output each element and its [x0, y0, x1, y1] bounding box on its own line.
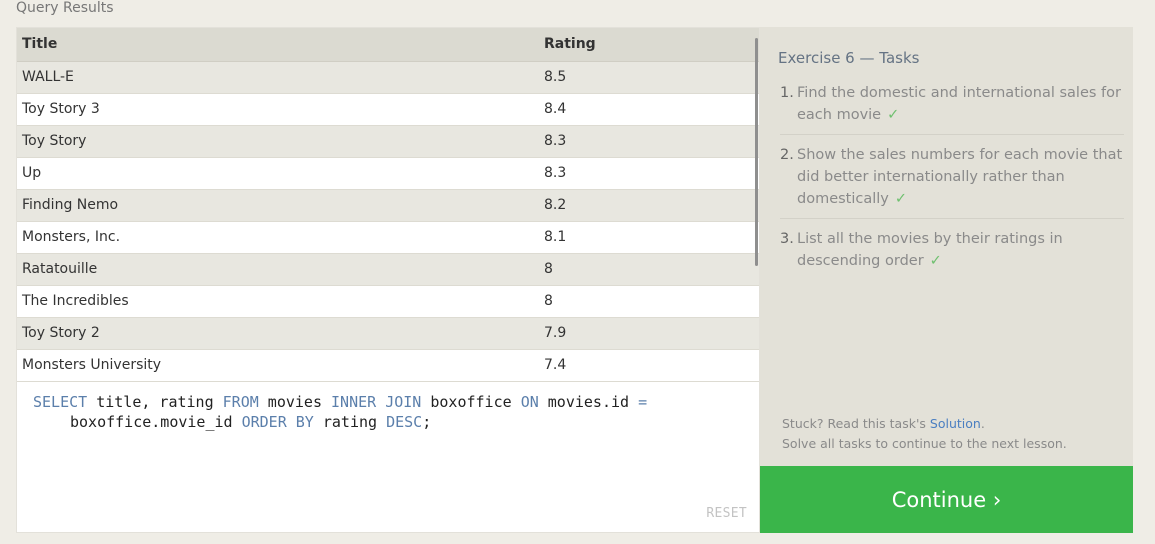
task-number: 1. — [780, 85, 794, 101]
sql-keyword: = — [638, 393, 648, 411]
cell-title: Ratatouille — [17, 253, 539, 286]
sql-text: boxoffice — [421, 393, 521, 411]
cell-title: Toy Story 2 — [17, 317, 539, 350]
cell-rating: 7.4 — [539, 349, 759, 382]
cell-rating: 8 — [539, 285, 759, 318]
code-line-2: boxoffice.movie_id ORDER BY rating DESC; — [70, 412, 431, 432]
table-header-row: Title Rating — [17, 28, 759, 62]
exercise-title: Exercise 6 — Tasks — [778, 49, 920, 67]
sql-text: boxoffice.movie_id — [70, 413, 242, 431]
cell-title: Up — [17, 157, 539, 190]
cell-title: WALL-E — [17, 61, 539, 94]
cell-title: Monsters, Inc. — [17, 221, 539, 254]
cell-rating: 8 — [539, 253, 759, 286]
sql-keyword: ON — [520, 393, 539, 411]
sql-text: title, rating — [87, 393, 223, 411]
cell-rating: 8.3 — [539, 125, 759, 158]
query-results-label: Query Results — [16, 0, 114, 16]
tasks-panel: Exercise 6 — Tasks 1. Find the domestic a… — [760, 27, 1133, 466]
cell-title: The Incredibles — [17, 285, 539, 318]
table-row: Monsters University 7.4 — [17, 349, 759, 382]
cell-rating: 8.5 — [539, 61, 759, 94]
sql-keyword: ORDER BY — [241, 413, 314, 431]
solution-link[interactable]: Solution — [930, 416, 981, 431]
stuck-prefix: Stuck? Read this task's — [782, 416, 930, 431]
task-number: 2. — [780, 147, 794, 163]
cell-rating: 8.2 — [539, 189, 759, 222]
sql-text: rating — [313, 413, 387, 431]
results-table-body: WALL-E 8.5 Toy Story 3 8.4 Toy Story 8.3 Up 8.3… — [17, 61, 759, 382]
cell-rating: 7.9 — [539, 317, 759, 350]
table-row: Finding Nemo 8.2 — [17, 189, 759, 222]
table-row: Ratatouille 8 — [17, 253, 759, 286]
results-panel: Title Rating WALL-E 8.5 Toy Story 3 8.4 Toy … — [16, 27, 760, 533]
task-item: 2. Show the sales numbers for each movie … — [780, 144, 1124, 219]
sql-text: movies.id — [538, 393, 639, 411]
cell-title: Monsters University — [17, 349, 539, 382]
column-header-title: Title — [17, 28, 539, 62]
checkmark-icon: ✓ — [929, 253, 942, 269]
cell-title: Toy Story — [17, 125, 539, 158]
task-text: Find the domestic and international sale… — [797, 85, 1121, 123]
cell-title: Finding Nemo — [17, 189, 539, 222]
cell-rating: 8.3 — [539, 157, 759, 190]
column-header-rating: Rating — [539, 28, 759, 62]
checkmark-icon: ✓ — [887, 107, 900, 123]
table-row: Toy Story 3 8.4 — [17, 93, 759, 126]
task-text: Show the sales numbers for each movie th… — [797, 147, 1123, 207]
cell-rating: 8.4 — [539, 93, 759, 126]
task-list: 1. Find the domestic and international sa… — [780, 82, 1124, 289]
task-number: 3. — [780, 231, 794, 247]
sql-keyword: DESC — [386, 413, 423, 431]
sql-keyword: SELECT — [33, 393, 88, 411]
reset-button[interactable]: RESET — [706, 504, 747, 524]
task-item: 1. Find the domestic and international sa… — [780, 82, 1124, 135]
table-row: Toy Story 8.3 — [17, 125, 759, 158]
continue-button[interactable]: Continue › — [760, 466, 1133, 533]
solve-all-text: Solve all tasks to continue to the next … — [782, 436, 1067, 451]
table-scrollbar[interactable] — [755, 38, 758, 266]
sql-editor[interactable]: SELECT title, rating FROM movies INNER J… — [17, 382, 759, 532]
results-table: Title Rating WALL-E 8.5 Toy Story 3 8.4 Toy … — [17, 28, 759, 382]
cell-rating: 8.1 — [539, 221, 759, 254]
stuck-line: Stuck? Read this task's Solution. — [782, 414, 1067, 434]
table-row: Toy Story 2 7.9 — [17, 317, 759, 350]
sql-text: movies — [258, 393, 332, 411]
code-line-1: SELECT title, rating FROM movies INNER J… — [33, 392, 647, 412]
help-text: Stuck? Read this task's Solution. Solve … — [782, 414, 1067, 454]
sql-keyword: FROM — [222, 393, 259, 411]
table-row: Monsters, Inc. 8.1 — [17, 221, 759, 254]
sql-text: ; — [422, 413, 432, 431]
stuck-suffix: . — [980, 416, 985, 431]
table-row: The Incredibles 8 — [17, 285, 759, 318]
table-row: WALL-E 8.5 — [17, 61, 759, 94]
cell-title: Toy Story 3 — [17, 93, 539, 126]
results-table-container[interactable]: Title Rating WALL-E 8.5 Toy Story 3 8.4 Toy … — [17, 28, 759, 382]
table-row: Up 8.3 — [17, 157, 759, 190]
sql-keyword: INNER JOIN — [331, 393, 422, 411]
task-item: 3. List all the movies by their ratings i… — [780, 228, 1124, 280]
checkmark-icon: ✓ — [894, 191, 908, 207]
